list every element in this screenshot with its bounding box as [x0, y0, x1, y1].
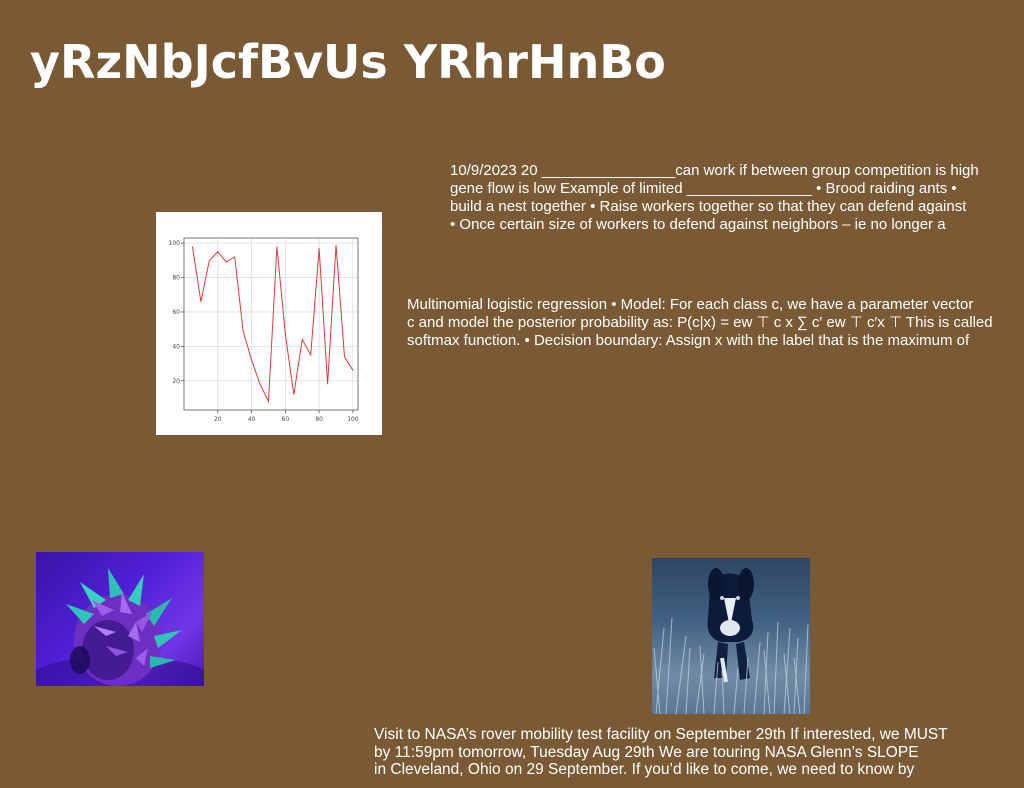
chart-y-tick-label: 60 — [172, 309, 180, 316]
chart-x-tick-label: 80 — [315, 416, 323, 423]
biology-notes-line: 10/9/2023 20 ________________can work if… — [450, 162, 979, 179]
biology-notes-line: gene flow is low Example of limited ____… — [450, 180, 957, 197]
biology-notes-line: • Once certain size of workers to defend… — [450, 216, 946, 233]
regression-notes-line: Multinomial logistic regression • Model:… — [407, 296, 974, 313]
chart-y-tick-label: 100 — [169, 240, 181, 247]
chart-x-tick-label: 20 — [214, 416, 222, 423]
dragon-fruit-illustration — [36, 568, 204, 686]
chart-x-tick-label: 60 — [282, 416, 290, 423]
chart-y-tick-label: 40 — [172, 343, 180, 350]
line-chart: 20 40 60 80 100 20 40 60 80 100 — [169, 237, 359, 423]
dog-in-grass-illustration — [652, 558, 810, 714]
chart-y-tick-label: 20 — [172, 378, 180, 385]
regression-notes-line: c and model the posterior probability as… — [407, 314, 993, 331]
chart-plot-frame — [183, 237, 359, 411]
regression-notes-text: Multinomial logistic regression • Model:… — [407, 296, 1019, 350]
dog-image[interactable] — [652, 558, 810, 714]
line-chart-thumbnail[interactable]: 20 40 60 80 100 20 40 60 80 100 — [156, 212, 382, 435]
biology-notes-text: 10/9/2023 20 ________________can work if… — [450, 162, 1010, 234]
page-title: yRzNbJcfBvUs YRhrHnBo — [30, 35, 666, 89]
nasa-visit-notes-text: Visit to NASA’s rover mobility test faci… — [374, 726, 974, 779]
nasa-notes-line: in Cleveland, Ohio on 29 September. If y… — [374, 761, 915, 778]
nasa-notes-line: by 11:59pm tomorrow, Tuesday Aug 29th We… — [374, 743, 919, 761]
biology-notes-line: build a nest together • Raise workers to… — [450, 198, 967, 215]
nasa-notes-line: Visit to NASA’s rover mobility test faci… — [374, 726, 948, 743]
chart-x-tick-label: 100 — [347, 416, 359, 423]
chart-y-tick-label: 80 — [172, 275, 180, 282]
chart-series-line — [191, 244, 354, 404]
regression-notes-line: softmax function. • Decision boundary: A… — [407, 332, 970, 349]
dragon-fruit-image[interactable] — [36, 552, 204, 686]
chart-x-tick-label: 40 — [248, 416, 256, 423]
